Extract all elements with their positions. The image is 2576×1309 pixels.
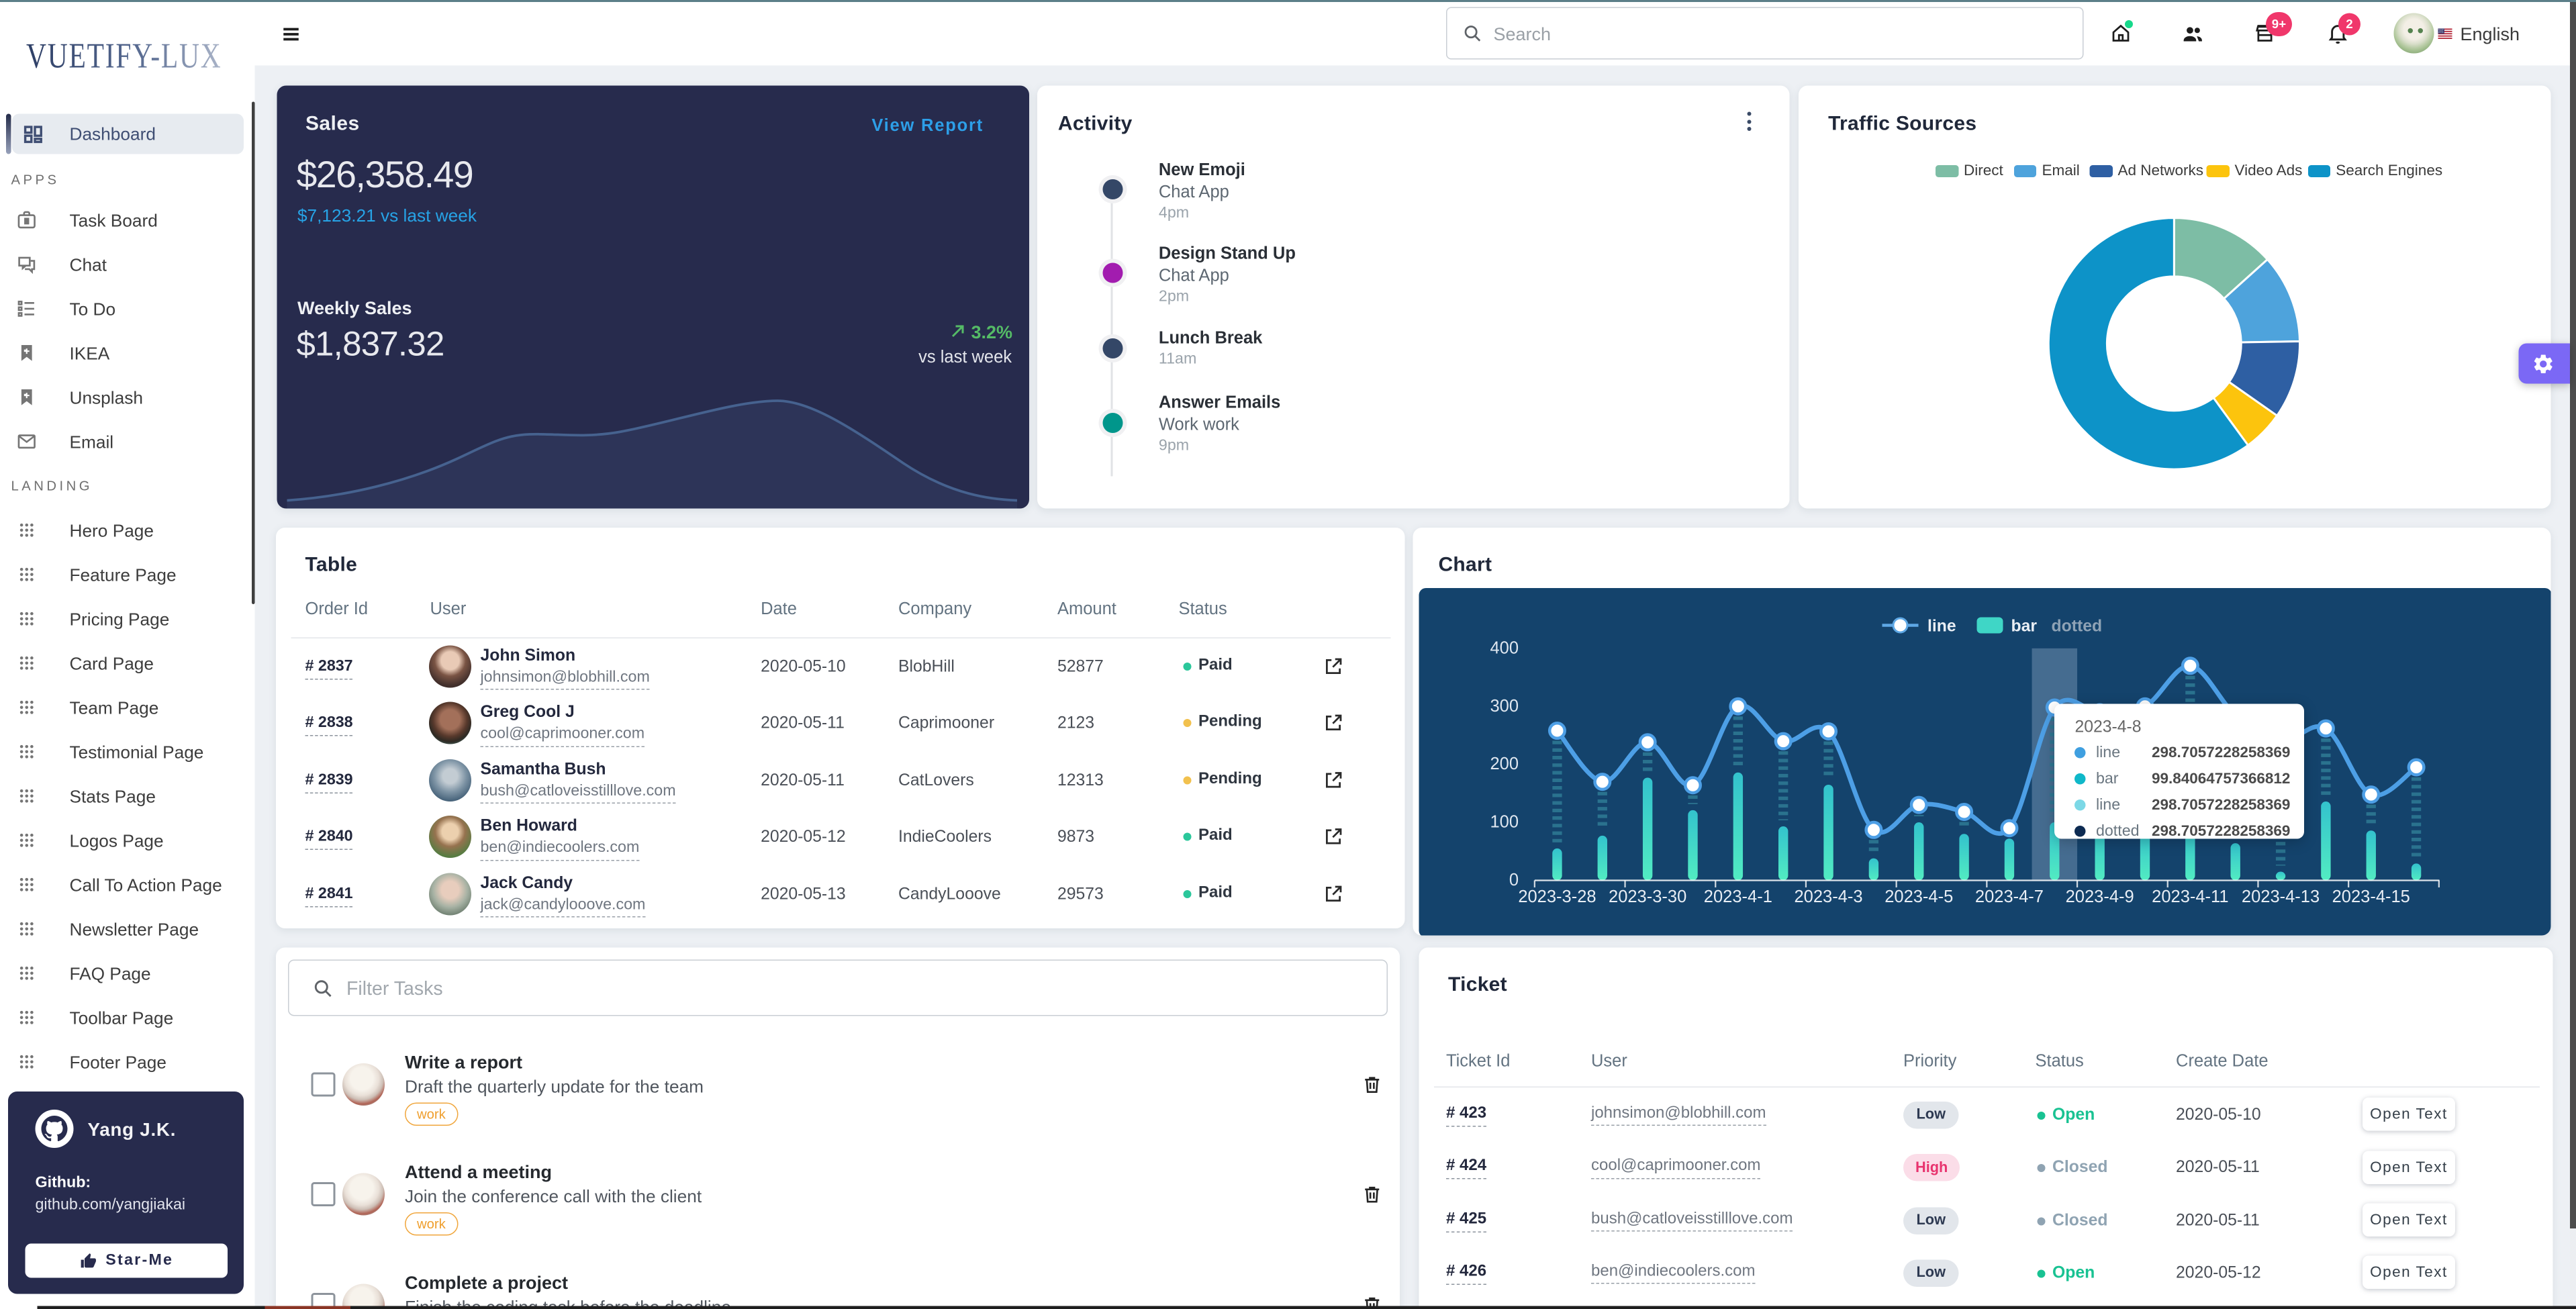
svg-text:2023-4-5: 2023-4-5: [1885, 887, 1953, 906]
svg-text:2023-4-9: 2023-4-9: [2065, 887, 2134, 906]
svg-text:100: 100: [1490, 812, 1519, 831]
svg-text:2023-3-28: 2023-3-28: [1518, 887, 1596, 906]
svg-text:0: 0: [1509, 870, 1518, 889]
svg-text:bar: bar: [2011, 617, 2037, 635]
svg-text:2023-4-7: 2023-4-7: [1974, 887, 2043, 906]
svg-text:400: 400: [1490, 638, 1519, 657]
svg-text:2023-4-3: 2023-4-3: [1794, 887, 1862, 906]
svg-text:dotted: dotted: [2051, 617, 2102, 635]
svg-text:2023-4-13: 2023-4-13: [2241, 887, 2319, 906]
svg-text:200: 200: [1490, 755, 1519, 773]
svg-text:300: 300: [1490, 696, 1519, 715]
svg-text:2023-4-1: 2023-4-1: [1703, 887, 1772, 906]
svg-text:2023-3-30: 2023-3-30: [1608, 887, 1686, 906]
svg-text:line: line: [1927, 617, 1956, 635]
svg-text:2023-4-11: 2023-4-11: [2152, 887, 2228, 906]
svg-text:2023-4-15: 2023-4-15: [2332, 887, 2410, 906]
